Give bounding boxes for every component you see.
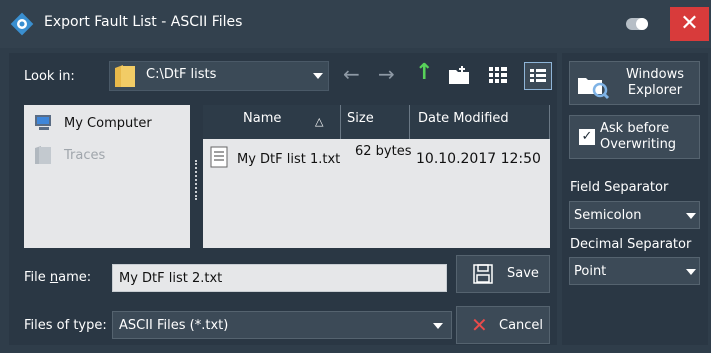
chevron-down-icon [686,213,696,219]
app-logo-icon [10,12,34,36]
folder-icon [115,65,135,87]
cancel-x-icon: ✕ [471,313,488,337]
file-name-cell: My DtF list 1.txt [237,152,341,167]
window-title: Export Fault List - ASCII Files [44,14,243,30]
file-type-select[interactable]: ASCII Files (*.txt) [112,311,452,339]
forward-arrow-icon[interactable]: → [378,64,395,84]
close-button[interactable]: ✕ [670,7,709,41]
file-type-value: ASCII Files (*.txt) [119,318,229,333]
file-size-cell: 62 bytes [355,144,412,159]
place-my-computer[interactable]: My Computer [64,116,152,131]
file-name-label: File name: [24,270,92,285]
new-folder-icon[interactable] [447,64,471,86]
file-name-input[interactable] [112,264,447,292]
column-date-modified[interactable]: Date Modified [418,111,509,126]
close-icon: ✕ [680,11,699,36]
ask-label-line2: Overwriting [600,137,677,152]
list-view-icon[interactable] [488,66,508,84]
computer-icon [35,115,51,130]
look-in-combo[interactable] [109,61,329,91]
save-label: Save [507,266,539,281]
cancel-button[interactable]: ✕ Cancel [456,306,550,344]
chevron-down-icon [433,323,443,329]
up-folder-icon[interactable]: ↑ [415,62,433,84]
decimal-separator-label: Decimal Separator [570,237,692,252]
details-view-button[interactable] [524,62,552,90]
ask-label-line1: Ask before [600,121,670,136]
decimal-separator-select[interactable]: Point [569,257,700,285]
save-disk-icon [473,264,493,284]
column-separator [409,105,410,139]
place-traces: Traces [64,148,106,163]
explorer-folder-icon [578,78,610,100]
chevron-down-icon [313,73,323,79]
field-separator-select[interactable]: Semicolon [569,201,700,229]
files-of-type-label: Files of type: [24,318,107,333]
windows-explorer-label-line2: Explorer [627,83,683,98]
traces-folder-icon [35,146,51,164]
ask-before-overwriting-checkbox[interactable]: ✓ Ask before Overwriting [569,115,700,159]
cancel-label: Cancel [499,318,544,333]
column-separator [549,105,550,139]
details-view-icon [530,69,546,82]
field-separator-label: Field Separator [570,180,669,195]
sort-ascending-icon: △ [315,115,324,128]
windows-explorer-label-line1: Windows [625,67,685,82]
look-in-path: C:\DtF lists [146,67,217,82]
checkmark-icon: ✓ [579,129,595,145]
save-button[interactable]: Save [456,255,550,293]
splitter-handle[interactable] [195,160,199,200]
field-separator-value: Semicolon [574,208,642,223]
column-separator [340,105,341,139]
look-in-label: Look in: [24,69,75,84]
chevron-down-icon [686,269,696,275]
column-size[interactable]: Size [347,111,374,126]
windows-explorer-button[interactable]: Windows Explorer [569,61,700,105]
back-arrow-icon[interactable]: ← [343,64,360,84]
text-file-icon [210,146,228,168]
file-date-cell: 10.10.2017 12:50 [416,151,541,167]
decimal-separator-value: Point [574,264,607,279]
theme-toggle[interactable] [626,18,648,30]
column-name[interactable]: Name [243,111,281,126]
